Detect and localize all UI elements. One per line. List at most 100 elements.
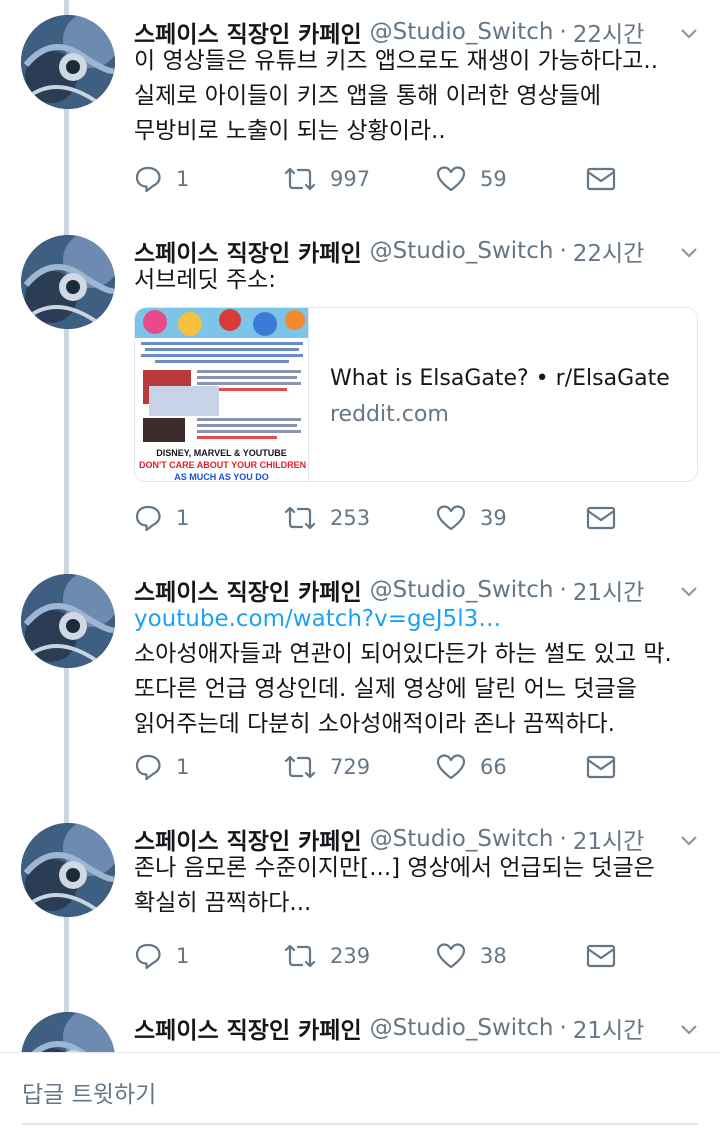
tweet[interactable]: 스페이스 직장인 카페인 @Studio_Switch · 21시간 youtu…: [0, 570, 720, 820]
reply-button[interactable]: 1: [134, 159, 189, 199]
like-icon: [436, 754, 466, 780]
dm-icon: [586, 944, 616, 968]
chevron-down-icon[interactable]: [678, 241, 700, 263]
reply-count: 1: [176, 755, 190, 779]
retweet-button[interactable]: 997: [284, 159, 370, 199]
retweet-icon: [284, 944, 316, 968]
link-card-thumbnail: DISNEY, MARVEL & YOUTUBE DON'T CARE ABOU…: [135, 308, 309, 482]
separator-dot: ·: [559, 19, 567, 45]
dm-icon: [586, 167, 616, 191]
dm-button[interactable]: [586, 747, 616, 787]
avatar-image: [21, 235, 115, 329]
like-count: 59: [480, 167, 507, 191]
tweet[interactable]: 스페이스 직장인 카페인 @Studio_Switch · 22시간 이 영상들…: [0, 0, 720, 230]
reply-button[interactable]: 1: [134, 498, 189, 538]
like-icon: [436, 166, 466, 192]
like-count: 39: [480, 506, 507, 530]
thumbnail-caption: AS MUCH AS YOU DO: [174, 472, 269, 482]
tweet[interactable]: 스페이스 직장인 카페인 @Studio_Switch · 21시간 존나 음모…: [0, 819, 720, 1009]
tweet-text-line: 무방비로 노출이 되는 상황이라..: [134, 118, 446, 144]
link-card-domain: reddit.com: [330, 402, 449, 427]
reply-count: 1: [176, 944, 190, 968]
like-count: 66: [480, 755, 507, 779]
timestamp[interactable]: 21시간: [573, 1011, 645, 1045]
retweet-count: 239: [330, 944, 371, 968]
user-handle[interactable]: @Studio_Switch: [370, 238, 554, 264]
chevron-down-icon[interactable]: [678, 829, 700, 851]
retweet-button[interactable]: 253: [284, 498, 370, 538]
tweet[interactable]: 스페이스 직장인 카페인 @Studio_Switch · 22시간 서브레딧 …: [0, 231, 720, 571]
avatar[interactable]: [21, 574, 115, 668]
retweet-count: 997: [330, 167, 371, 191]
avatar[interactable]: [21, 235, 115, 329]
like-button[interactable]: 39: [436, 498, 507, 538]
thumbnail-caption: DON'T CARE ABOUT YOUR CHILDREN: [139, 460, 307, 470]
retweet-count: 729: [330, 755, 371, 779]
retweet-icon: [284, 506, 316, 530]
display-name[interactable]: 스페이스 직장인 카페인: [134, 1011, 362, 1045]
like-icon: [436, 505, 466, 531]
separator-dot: ·: [559, 826, 567, 852]
dm-icon: [586, 506, 616, 530]
retweet-count: 253: [330, 506, 371, 530]
avatar[interactable]: [21, 823, 115, 917]
tweet-text: 존나 음모론 수준이지만[...] 영상에서 언급되는 덧글은 확실히 끔찍하다…: [134, 851, 704, 921]
retweet-button[interactable]: 729: [284, 747, 370, 787]
tweet-text-line: 확실히 끔찍하다...: [134, 890, 312, 916]
like-button[interactable]: 59: [436, 159, 507, 199]
link-card-title: What is ElsaGate? • r/ElsaGate: [330, 366, 670, 391]
user-handle[interactable]: @Studio_Switch: [370, 577, 554, 603]
retweet-button[interactable]: 239: [284, 936, 370, 976]
reply-button[interactable]: 1: [134, 747, 189, 787]
thumbnail-caption: DISNEY, MARVEL & YOUTUBE: [156, 448, 287, 458]
reply-input[interactable]: 답글 트윗하기: [22, 1075, 156, 1109]
like-button[interactable]: 38: [436, 936, 507, 976]
tweet-text-line: 존나 음모론 수준이지만[...] 영상에서 언급되는 덧글은: [134, 855, 655, 881]
tweet-actions: 1 729 66: [134, 747, 624, 787]
dm-button[interactable]: [586, 498, 616, 538]
reply-icon: [135, 943, 161, 970]
reply-count: 1: [176, 167, 190, 191]
avatar[interactable]: [21, 15, 115, 109]
reply-input-underline: [22, 1123, 698, 1125]
chevron-down-icon[interactable]: [678, 22, 700, 44]
separator-dot: ·: [559, 577, 567, 603]
like-icon: [436, 943, 466, 969]
reply-icon: [135, 166, 161, 193]
tweet-text-line: 또다른 언급 영상인데. 실제 영상에 달린 어느 덧글을: [134, 676, 637, 702]
reply-button[interactable]: 1: [134, 936, 189, 976]
avatar-image: [21, 823, 115, 917]
reply-count: 1: [176, 506, 190, 530]
reply-composer: 답글 트윗하기: [0, 1052, 720, 1132]
tweet-text-line: 읽어주는데 다분히 소아성애적이라 존나 끔찍하다.: [134, 711, 615, 737]
tweet-text-line: 소아성애자들과 연관이 되어있다든가 하는 썰도 있고 막.: [134, 641, 672, 667]
chevron-down-icon[interactable]: [678, 1018, 700, 1040]
user-handle[interactable]: @Studio_Switch: [370, 1015, 554, 1041]
user-handle[interactable]: @Studio_Switch: [370, 19, 554, 45]
separator-dot: ·: [559, 238, 567, 264]
timeline: 스페이스 직장인 카페인 @Studio_Switch · 22시간 이 영상들…: [0, 0, 720, 1132]
tweet-actions: 1 239 38: [134, 936, 624, 976]
avatar-image: [21, 15, 115, 109]
tweet-text-line: 실제로 아이들이 키즈 앱을 통해 이러한 영상들에: [134, 83, 602, 109]
tweet-text: 이 영상들은 유튜브 키즈 앱으로도 재생이 가능하다고.. 실제로 아이들이 …: [134, 44, 704, 149]
retweet-icon: [284, 167, 316, 191]
dm-button[interactable]: [586, 159, 616, 199]
dm-button[interactable]: [586, 936, 616, 976]
like-button[interactable]: 66: [436, 747, 507, 787]
retweet-icon: [284, 755, 316, 779]
dm-icon: [586, 755, 616, 779]
tweet-text: youtube.com/watch?v=geJ5l3… 소아성애자들과 연관이 …: [134, 602, 704, 742]
tweet-actions: 1 253 39: [134, 498, 624, 538]
user-handle[interactable]: @Studio_Switch: [370, 826, 554, 852]
chevron-down-icon[interactable]: [678, 580, 700, 602]
separator-dot: ·: [559, 1015, 567, 1041]
reply-icon: [135, 505, 161, 532]
tweet-text-line: 이 영상들은 유튜브 키즈 앱으로도 재생이 가능하다고..: [134, 48, 659, 74]
link-card[interactable]: DISNEY, MARVEL & YOUTUBE DON'T CARE ABOU…: [134, 307, 698, 482]
tweet-actions: 1 997 59: [134, 159, 624, 199]
tweet-text-line: 서브레딧 주소:: [134, 267, 277, 293]
tweet-link[interactable]: youtube.com/watch?v=geJ5l3…: [134, 602, 704, 637]
reply-icon: [135, 754, 161, 781]
tweet-text: 서브레딧 주소:: [134, 263, 704, 298]
